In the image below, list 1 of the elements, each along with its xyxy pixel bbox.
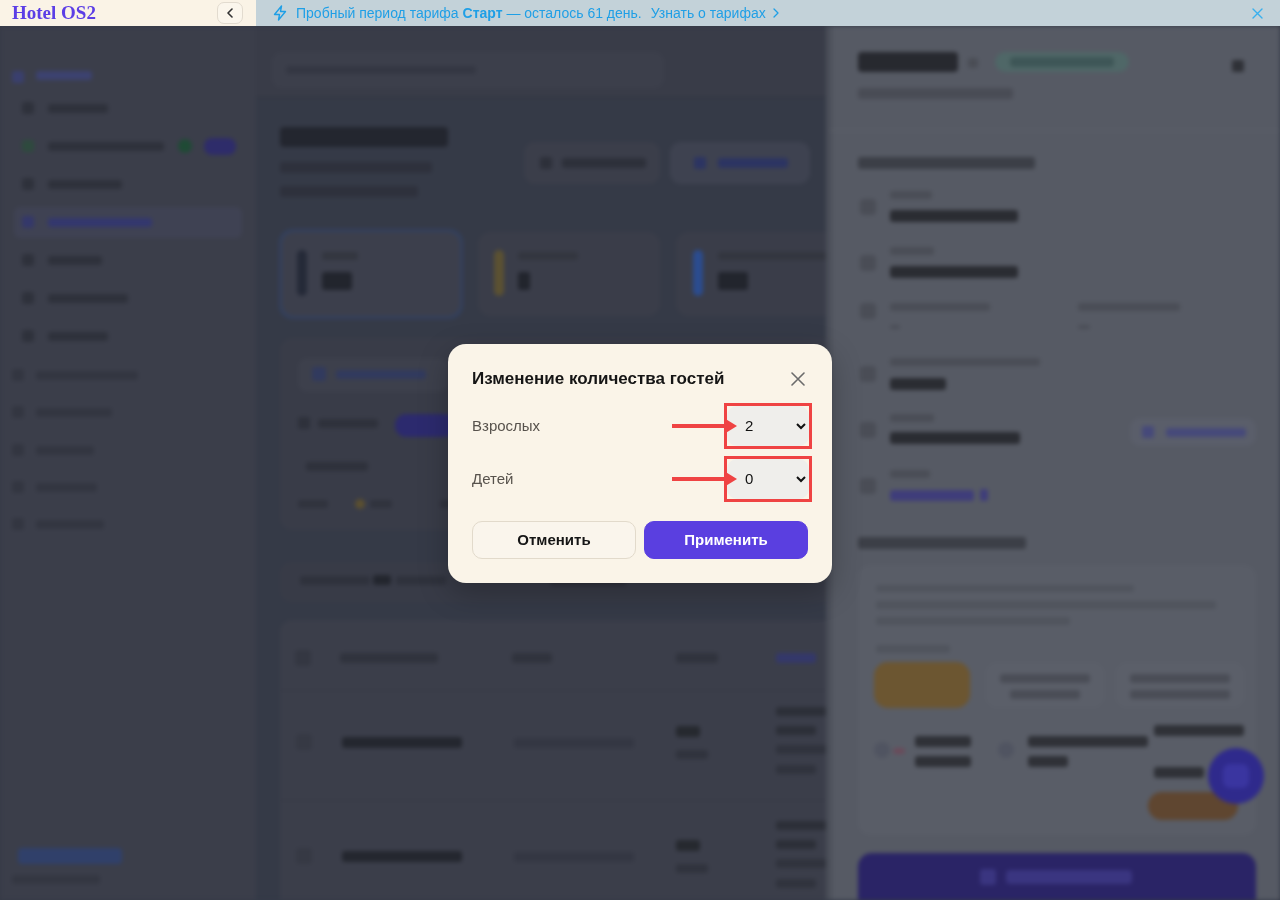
banner-message: Пробный период тарифа Старт — осталось 61 день. xyxy=(296,4,642,22)
